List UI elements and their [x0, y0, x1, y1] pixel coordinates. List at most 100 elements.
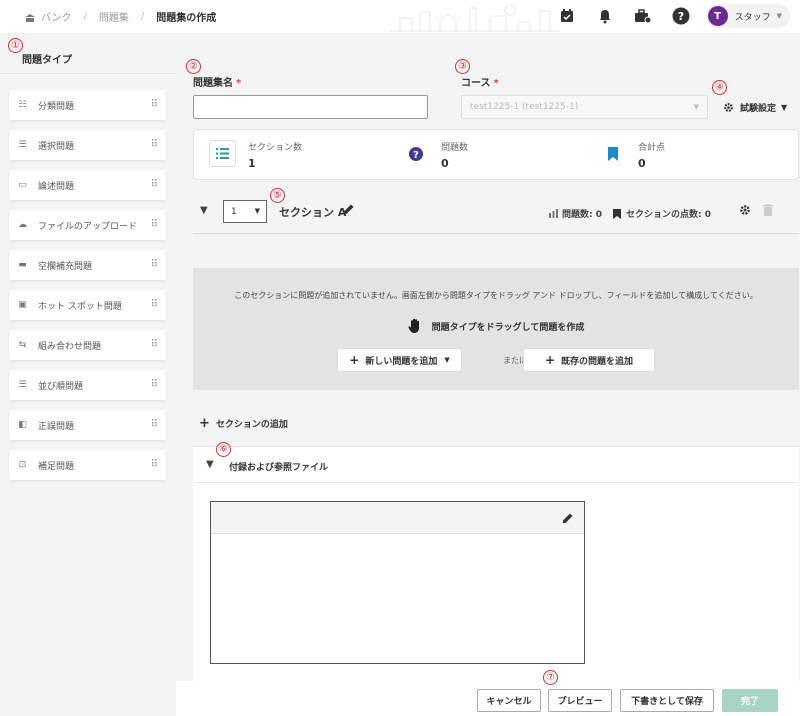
breadcrumb-separator: / [83, 11, 87, 22]
annotation-marker-6: ⑥ [216, 442, 231, 457]
drag-handle-icon[interactable]: ⠿ [151, 220, 158, 230]
add-section-button[interactable]: + セクションの追加 [199, 416, 288, 431]
help-icon[interactable]: ? [670, 5, 692, 27]
question-type-item[interactable]: ⇆ 組み合わせ問題 ⠿ [9, 330, 166, 360]
drag-handle-icon[interactable]: ⠿ [151, 300, 158, 310]
breadcrumb-separator: / [140, 11, 145, 22]
section-stats: 問題数: 0 セクションの点数: 0 [549, 207, 722, 220]
supplement-icon: ⊡ [18, 459, 27, 470]
blank-fill-icon: ▬ [18, 259, 27, 270]
pencil-icon[interactable] [343, 203, 355, 218]
drag-hint-text: 問題タイプをドラッグして問題を作成 [431, 322, 585, 333]
svg-text:?: ? [677, 10, 683, 23]
gear-icon[interactable] [739, 204, 751, 219]
question-set-name-input[interactable] [193, 95, 428, 119]
preview-button[interactable]: プレビュー [548, 689, 612, 712]
drag-handle-icon[interactable]: ⠿ [151, 380, 158, 390]
exam-settings-label: 試験設定 [740, 104, 777, 114]
question-type-label: 組み合わせ問題 [38, 341, 102, 352]
chevron-down-icon[interactable]: ▼ [206, 459, 214, 470]
plus-icon: + [199, 416, 210, 431]
sidebar-title: 問題タイプ [22, 55, 72, 66]
plus-icon: + [349, 353, 360, 367]
drag-handle-icon[interactable]: ⠿ [151, 140, 158, 150]
stat-label: 合計点 [638, 143, 666, 153]
required-mark: * [493, 78, 499, 89]
top-bar: バンク / 問題集 / 問題集の作成 ? T スタッフ ▼ [0, 0, 800, 34]
attachments-panel: ▼ 付録および参照ファイル [193, 446, 799, 681]
skyline-decoration [390, 4, 560, 32]
question-type-item[interactable]: ☷ 分類問題 ⠿ [9, 90, 166, 120]
pencil-icon[interactable] [562, 512, 574, 527]
list-box-icon: ☷ [18, 99, 27, 110]
trash-icon[interactable] [763, 204, 773, 219]
editor-toolbar [211, 502, 584, 534]
exam-settings-button[interactable]: 試験設定 ▼ [723, 101, 787, 114]
attachment-editor[interactable] [210, 501, 585, 664]
stat-label: セクション数 [248, 143, 303, 153]
stat-questions: ? 問題数 0 [402, 140, 468, 170]
annotation-marker-1: ① [8, 38, 23, 53]
question-type-item[interactable]: ☁ ファイルのアップロード ⠿ [9, 210, 166, 240]
drag-handle-icon[interactable]: ⠿ [151, 460, 158, 470]
drag-handle-icon[interactable]: ⠿ [151, 100, 158, 110]
question-type-label: ファイルのアップロード [38, 221, 138, 232]
hand-drag-icon [408, 318, 419, 333]
attachments-header[interactable]: ▼ 付録および参照ファイル [193, 447, 799, 483]
stat-sections: セクション数 1 [209, 140, 302, 170]
question-type-label: 論述問題 [38, 181, 75, 192]
done-button[interactable]: 完了 [722, 689, 778, 712]
question-type-item[interactable]: ☰ 選択問題 ⠿ [9, 130, 166, 160]
breadcrumb-question-sets[interactable]: 問題集 [99, 9, 129, 24]
breadcrumb: バンク / 問題集 / 問題集の作成 [24, 9, 216, 24]
question-type-item[interactable]: ▬ 空欄補充問題 ⠿ [9, 250, 166, 280]
choice-list-icon: ☰ [18, 139, 27, 150]
bell-icon[interactable] [594, 5, 616, 27]
stat-value: 0 [638, 157, 646, 170]
section-points: セクションの点数: 0 [626, 210, 711, 220]
user-menu[interactable]: T スタッフ ▼ [705, 4, 790, 28]
chevron-down-icon[interactable]: ▼ [200, 205, 208, 216]
required-mark: * [236, 78, 242, 89]
section-title: セクション A [279, 206, 347, 219]
breadcrumb-bank[interactable]: バンク [41, 9, 72, 24]
chevron-down-icon: ▼ [254, 207, 260, 215]
question-type-item[interactable]: ⊡ 補足問題 ⠿ [9, 450, 166, 480]
question-type-item[interactable]: ▭ 論述問題 ⠿ [9, 170, 166, 200]
question-type-label: 分類問題 [38, 101, 75, 112]
drag-hint: 問題タイプをドラッグして問題を作成 [193, 318, 799, 334]
question-type-item[interactable]: ▣ ホット スポット問題 ⠿ [9, 290, 166, 320]
add-new-question-button[interactable]: + 新しい問題を追加 ▼ [337, 348, 462, 372]
drag-handle-icon[interactable]: ⠿ [151, 260, 158, 270]
plus-icon: + [544, 353, 556, 367]
calendar-icon[interactable] [556, 5, 578, 27]
section-question-count: 問題数: 0 [562, 210, 602, 220]
add-existing-question-button[interactable]: + 既存の問題を追加 [523, 348, 655, 372]
cancel-button[interactable]: キャンセル [477, 689, 541, 712]
chevron-down-icon: ▼ [781, 103, 788, 112]
question-type-label: 補足問題 [38, 461, 75, 472]
ordering-icon: ☰ [18, 379, 27, 390]
chevron-down-icon: ▼ [693, 103, 699, 111]
drag-handle-icon[interactable]: ⠿ [151, 180, 158, 190]
dropzone-message: このセクションに問題が追加されていません。画面左側から問題タイプをドラッグ アン… [234, 291, 758, 300]
course-select[interactable]: test1225-1 (test1225-1) ▼ [461, 95, 708, 119]
sidebar-header: 問題タイプ [0, 34, 176, 74]
question-type-label: 並び順問題 [38, 381, 84, 392]
section-header: ▼ 1 ▼ セクション A 問題数: 0 セクションの点数: 0 [193, 196, 799, 234]
gear-icon [724, 103, 733, 112]
avatar: T [707, 6, 728, 26]
drag-handle-icon[interactable]: ⠿ [151, 340, 158, 350]
essay-icon: ▭ [18, 179, 27, 190]
matching-icon: ⇆ [18, 339, 27, 350]
question-type-label: ホット スポット問題 [38, 301, 122, 312]
drag-handle-icon[interactable]: ⠿ [151, 420, 158, 430]
question-type-item[interactable]: ☰ 並び順問題 ⠿ [9, 370, 166, 400]
question-type-item[interactable]: ◧ 正誤問題 ⠿ [9, 410, 166, 440]
briefcase-settings-icon[interactable] [632, 5, 654, 27]
annotation-marker-5: ⑤ [270, 188, 285, 203]
save-draft-button[interactable]: 下書きとして保存 [620, 689, 714, 712]
section-number-select[interactable]: 1 ▼ [223, 200, 267, 223]
question-dropzone[interactable]: このセクションに問題が追加されていません。画面左側から問題タイプをドラッグ アン… [193, 268, 799, 390]
svg-text:?: ? [413, 150, 419, 161]
